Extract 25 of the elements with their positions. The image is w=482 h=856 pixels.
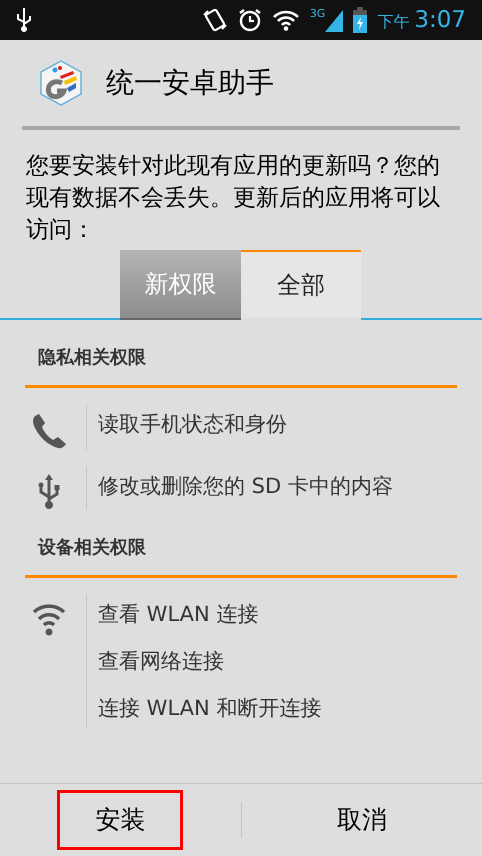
permission-tab[interactable]: 全部 — [241, 250, 361, 320]
wifi-icon — [272, 9, 300, 31]
permission-text: 连接 WLAN 和断开连接 — [98, 695, 322, 722]
permission-text: 修改或删除您的 SD 卡中的内容 — [98, 473, 393, 500]
section-heading: 设备相关权限 — [38, 536, 147, 560]
permission-text: 查看网络连接 — [98, 648, 225, 675]
network-type: 3G — [310, 8, 326, 19]
signal-icon — [325, 8, 344, 32]
clock-time: 3:07 — [414, 6, 466, 34]
app-logo-icon — [38, 59, 84, 107]
phone-icon — [31, 412, 67, 450]
section-heading: 隐私相关权限 — [38, 346, 147, 370]
usb-icon — [16, 7, 32, 33]
alarm-clock-icon — [238, 8, 262, 32]
permission-text: 查看 WLAN 连接 — [98, 601, 260, 628]
permission-text: 读取手机状态和身份 — [98, 411, 287, 438]
app-title: 统一安卓助手 — [106, 65, 274, 101]
wifi-icon — [32, 602, 66, 636]
vibrate-icon — [202, 7, 228, 33]
battery-charging-icon — [353, 7, 368, 33]
usb-icon — [37, 474, 61, 510]
dialog-button[interactable]: 安装 — [57, 790, 184, 850]
dialog-button[interactable]: 取消 — [298, 790, 425, 850]
install-message: 您要安装针对此现有应用的更新吗？您的现有数据不会丢失。更新后的应用将可以访问： — [25, 152, 441, 245]
time-period: 下午 — [377, 11, 410, 33]
